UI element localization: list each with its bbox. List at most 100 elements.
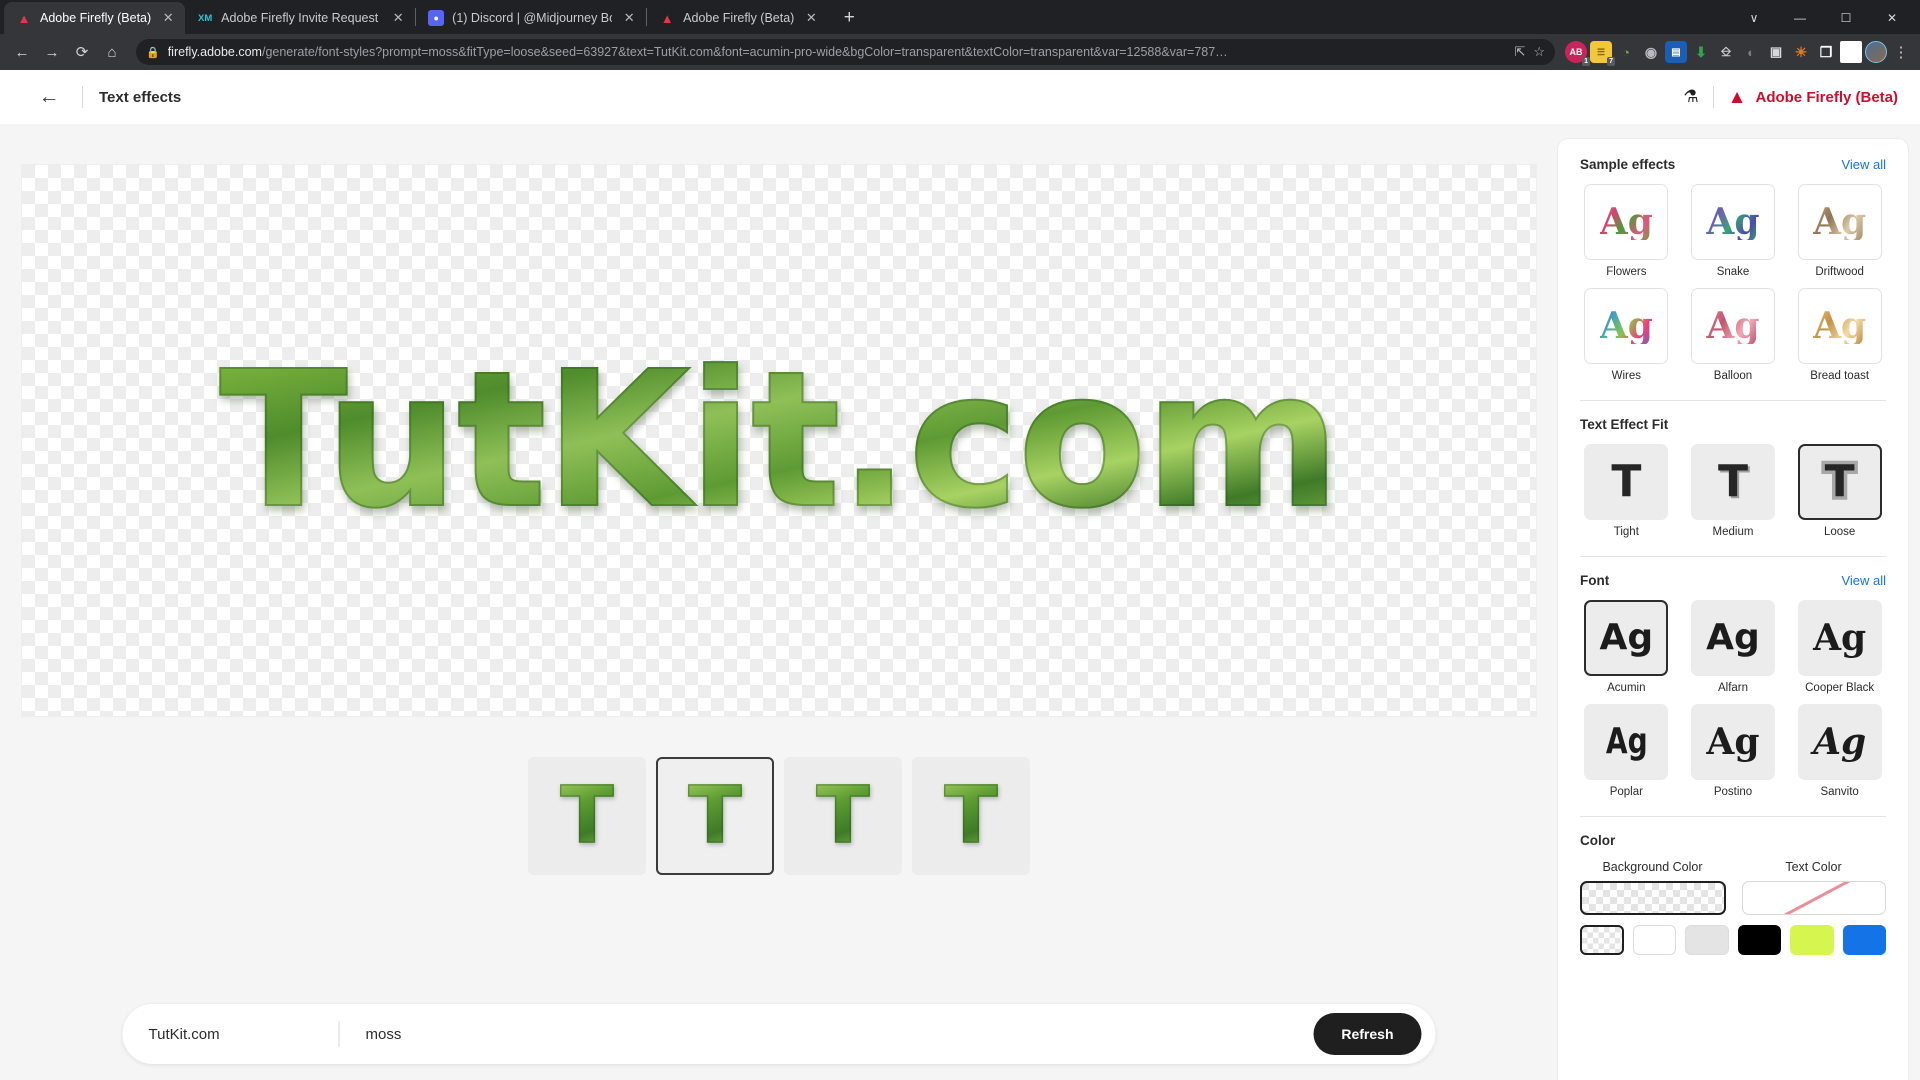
kebab-menu-icon[interactable]: ⋮ — [1890, 43, 1912, 61]
tab-close-icon[interactable]: ✕ — [802, 9, 820, 27]
prompt-divider — [338, 1021, 340, 1047]
forward-navigation-icon[interactable]: → — [38, 38, 66, 66]
artwork-canvas[interactable]: TutKit.com — [21, 164, 1537, 717]
font-glyph: Ag — [1813, 617, 1867, 659]
swatch-light-gray[interactable] — [1685, 925, 1729, 955]
text-effect-fit-grid: T Tight T Medium T Loose — [1580, 444, 1886, 538]
variation-thumbnail[interactable]: T — [528, 757, 646, 875]
close-window-button[interactable]: ✕ — [1870, 2, 1914, 34]
browser-tab[interactable]: XM Adobe Firefly Invite Request Form ✕ — [185, 2, 415, 34]
firefly-icon: ▲ — [660, 10, 674, 26]
font-option-postino[interactable]: Ag Postino — [1687, 704, 1780, 798]
sample-effect-flowers[interactable]: Ag Flowers — [1580, 184, 1673, 278]
fit-label: Loose — [1823, 526, 1856, 538]
swatch-lime[interactable] — [1790, 925, 1834, 955]
swatch-black[interactable] — [1737, 925, 1782, 955]
download-extension-icon[interactable]: ⬇ — [1690, 41, 1712, 63]
puzzle-extension-icon[interactable]: ❐ — [1815, 41, 1837, 63]
tab-title: Adobe Firefly (Beta) — [40, 11, 152, 25]
sample-effect-wires[interactable]: Ag Wires — [1580, 288, 1673, 382]
color-labels: Background Color Text Color — [1580, 860, 1886, 874]
text-color-swatch[interactable] — [1742, 881, 1886, 915]
camera-extension-icon[interactable]: ▣ — [1765, 41, 1787, 63]
back-navigation-icon[interactable]: ← — [8, 38, 36, 66]
app-back-button[interactable]: ← — [32, 80, 66, 114]
color-extension-icon[interactable]: ☀ — [1790, 41, 1812, 63]
ring-extension-icon[interactable]: ◐ — [1740, 41, 1762, 63]
sample-effect-balloon[interactable]: Ag Balloon — [1687, 288, 1780, 382]
new-tab-button[interactable]: + — [834, 3, 864, 33]
notes-extension-icon[interactable]: ☰ 7 — [1590, 41, 1615, 66]
adblock-extension-icon[interactable]: AB 1 — [1565, 41, 1590, 66]
browser-tab[interactable]: ▲ Adobe Firefly (Beta) ✕ — [647, 2, 828, 34]
sample-effect-snake[interactable]: Ag Snake — [1687, 184, 1780, 278]
fit-option-loose[interactable]: T Loose — [1793, 444, 1886, 538]
font-view-all[interactable]: View all — [1841, 573, 1886, 588]
sample-effect-label: Driftwood — [1815, 266, 1864, 278]
tab-close-icon[interactable]: ✕ — [620, 9, 638, 27]
font-glyph: Ag — [1706, 721, 1760, 763]
share-icon[interactable]: ⇱ — [1514, 44, 1525, 60]
variation-thumbnail[interactable]: T — [784, 757, 902, 875]
font-label: Cooper Black — [1805, 682, 1875, 694]
tab-search-chevron-icon[interactable]: ∨ — [1732, 2, 1776, 34]
square-extension-icon[interactable] — [1840, 41, 1862, 63]
fit-option-tight[interactable]: T Tight — [1580, 444, 1673, 538]
text-input-value[interactable]: TutKit.com — [149, 1026, 339, 1043]
swatch-blue[interactable] — [1842, 925, 1887, 955]
text-color-label: Text Color — [1785, 860, 1842, 874]
section-divider — [1580, 400, 1886, 401]
font-option-alfarn[interactable]: Ag Alfarn — [1687, 600, 1780, 694]
font-option-poplar[interactable]: Ag Poplar — [1580, 704, 1673, 798]
page-title: Text effects — [99, 88, 182, 106]
swatch-white[interactable] — [1632, 925, 1677, 955]
sample-effect-bread-toast[interactable]: Ag Bread toast — [1793, 288, 1886, 382]
tab-close-icon[interactable]: ✕ — [389, 9, 407, 27]
globe-extension-icon[interactable]: ◉ — [1640, 41, 1662, 63]
beta-flask-icon[interactable]: ⚗ — [1683, 87, 1698, 107]
rainbow-extension-icon[interactable]: ◔ — [1615, 41, 1637, 63]
fit-label: Medium — [1712, 526, 1754, 538]
effect-prompt-input[interactable]: moss — [366, 1026, 1314, 1043]
sample-effect-glyph: Ag — [1706, 201, 1760, 243]
maximize-button[interactable]: ☐ — [1824, 2, 1868, 34]
font-option-sanvito[interactable]: Ag Sanvito — [1793, 704, 1886, 798]
sample-effect-glyph: Ag — [1599, 305, 1653, 347]
font-option-acumin[interactable]: Ag Acumin — [1580, 600, 1673, 694]
brand-group[interactable]: ▲ Adobe Firefly (Beta) — [1728, 88, 1898, 107]
home-icon[interactable]: ⌂ — [98, 38, 126, 66]
profile-avatar[interactable] — [1865, 41, 1887, 63]
firefly-icon: ▲ — [17, 10, 31, 26]
browser-tab[interactable]: ▲ Adobe Firefly (Beta) ✕ — [4, 2, 186, 34]
variation-thumbnail[interactable]: T — [912, 757, 1030, 875]
swatch-transparent[interactable] — [1580, 925, 1624, 955]
refresh-button[interactable]: Refresh — [1313, 1013, 1422, 1055]
artwork-text: TutKit.com — [22, 345, 1536, 535]
reload-icon[interactable]: ⟳ — [68, 38, 96, 66]
font-preview: Ag — [1797, 600, 1882, 676]
font-option-cooper-black[interactable]: Ag Cooper Black — [1793, 600, 1886, 694]
prompt-bar: TutKit.com moss Refresh — [122, 1004, 1436, 1064]
font-preview: Ag — [1690, 600, 1775, 676]
color-controls: Background Color Text Color — [1580, 860, 1887, 955]
window-controls: ∨ — ☐ ✕ — [1732, 2, 1920, 34]
browser-chrome: ▲ Adobe Firefly (Beta) ✕ XM Adobe Firefl… — [0, 0, 1920, 70]
address-bar[interactable]: 🔒 firefly.adobe.com/generate/font-styles… — [136, 39, 1555, 65]
sample-effect-driftwood[interactable]: Ag Driftwood — [1793, 184, 1886, 278]
browser-tab[interactable]: ● (1) Discord | @Midjourney Bot ✕ — [416, 2, 646, 34]
variation-thumbnail-selected[interactable]: T — [656, 757, 774, 875]
font-glyph: Ag — [1599, 617, 1654, 658]
fit-option-medium[interactable]: T Medium — [1687, 444, 1780, 538]
minimize-button[interactable]: — — [1778, 2, 1822, 34]
font-title: Font — [1580, 573, 1610, 588]
background-color-swatch[interactable] — [1580, 881, 1726, 915]
blue-panel-extension-icon[interactable]: ▤ — [1665, 41, 1687, 63]
font-preview-selected: Ag — [1584, 600, 1669, 676]
sample-effects-view-all[interactable]: View all — [1841, 157, 1886, 172]
sample-effect-label: Wires — [1611, 370, 1642, 382]
font-label: Alfarn — [1717, 682, 1749, 694]
color-swatch-row-main — [1580, 881, 1886, 915]
star-icon[interactable]: ☆ — [1533, 44, 1545, 60]
pin-extension-icon[interactable]: ⎒ — [1715, 41, 1737, 63]
tab-close-icon[interactable]: ✕ — [159, 9, 177, 27]
